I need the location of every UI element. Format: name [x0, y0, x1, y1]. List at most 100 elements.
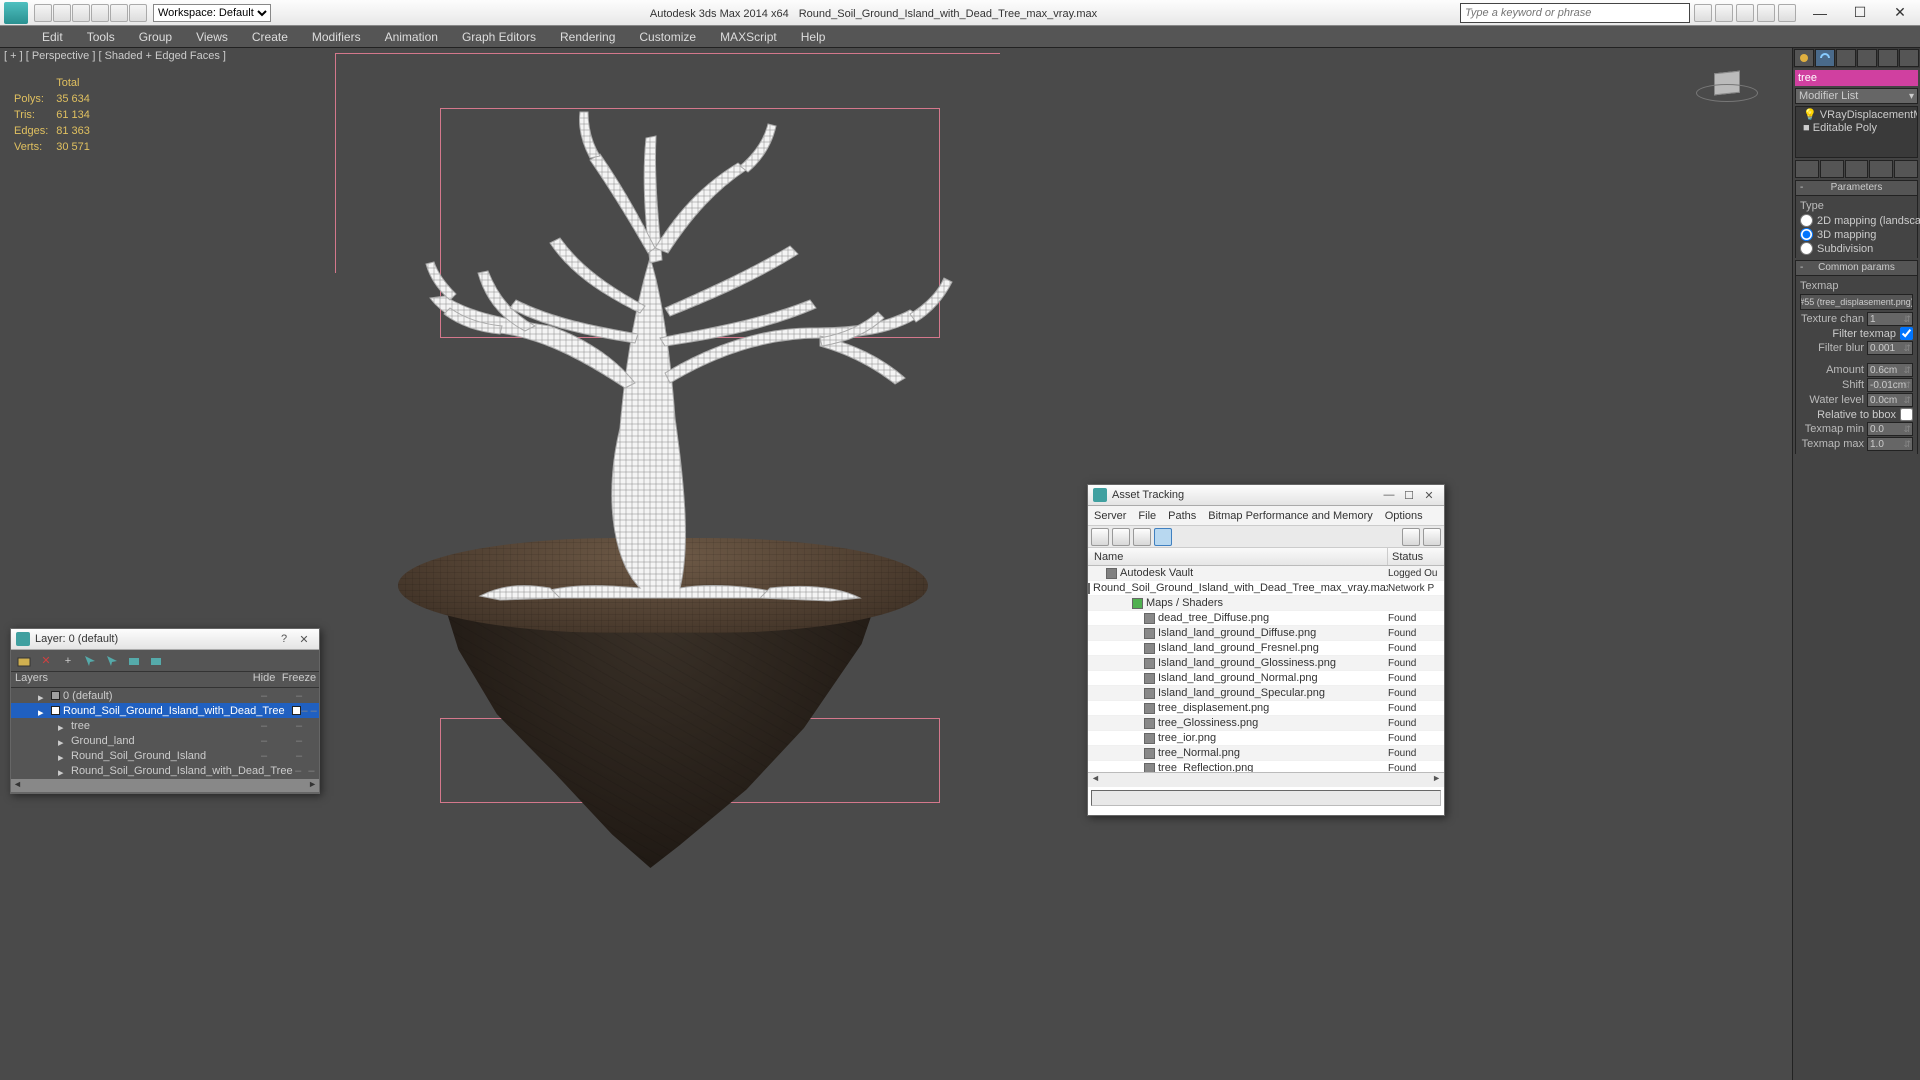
tab-create[interactable]	[1794, 49, 1814, 67]
asset-row[interactable]: Island_land_ground_Fresnel.pngFound	[1088, 641, 1444, 656]
layer-row[interactable]: ▸Ground_land––	[11, 733, 319, 748]
spinner-texmap-min[interactable]: Texmap min0.0	[1800, 422, 1913, 436]
asset-row[interactable]: tree_Glossiness.pngFound	[1088, 716, 1444, 731]
object-name-field[interactable]: tree	[1795, 70, 1918, 86]
layer-col-freeze[interactable]: Freeze	[279, 672, 319, 687]
asset-help-icon[interactable]	[1402, 528, 1420, 546]
workspace-selector[interactable]: Workspace: Default	[153, 4, 287, 22]
layer-close-button[interactable]: ✕	[294, 633, 314, 646]
spinner-texture-chan[interactable]: Texture chan1	[1800, 312, 1913, 326]
menu-group[interactable]: Group	[127, 26, 184, 48]
tab-modify[interactable]	[1815, 49, 1835, 67]
tab-utilities[interactable]	[1899, 49, 1919, 67]
asset-maximize-button[interactable]: ☐	[1399, 489, 1419, 502]
viewcube[interactable]	[1692, 64, 1762, 104]
configure-sets-icon[interactable]	[1894, 160, 1918, 178]
undo-icon[interactable]	[91, 4, 109, 22]
close-button[interactable]: ✕	[1880, 2, 1920, 24]
stack-item[interactable]: 💡 VRayDisplacementMod	[1800, 109, 1913, 122]
asset-menu-options[interactable]: Options	[1385, 510, 1423, 522]
asset-hscrollbar[interactable]	[1088, 772, 1444, 787]
tab-motion[interactable]	[1857, 49, 1877, 67]
menu-modifiers[interactable]: Modifiers	[300, 26, 373, 48]
layer-dialog-titlebar[interactable]: Layer: 0 (default) ? ✕	[11, 629, 319, 650]
redo-icon[interactable]	[110, 4, 128, 22]
layer-row[interactable]: ▸Round_Soil_Ground_Island_with_Dead_Tree…	[11, 763, 319, 778]
type-radio[interactable]: 2D mapping (landscape)	[1800, 214, 1913, 227]
menu-help[interactable]: Help	[789, 26, 838, 48]
asset-menu-paths[interactable]: Paths	[1168, 510, 1196, 522]
open-file-icon[interactable]	[53, 4, 71, 22]
delete-layer-icon[interactable]: ✕	[38, 653, 54, 669]
asset-close-button[interactable]: ✕	[1419, 489, 1439, 502]
menu-rendering[interactable]: Rendering	[548, 26, 627, 48]
asset-row[interactable]: Island_land_ground_Normal.pngFound	[1088, 671, 1444, 686]
help-search-input[interactable]	[1460, 3, 1690, 23]
layer-hscrollbar[interactable]	[11, 778, 319, 792]
highlight-layer-icon[interactable]	[104, 653, 120, 669]
menu-animation[interactable]: Animation	[373, 26, 450, 48]
asset-row[interactable]: tree_ior.pngFound	[1088, 731, 1444, 746]
asset-row[interactable]: Autodesk VaultLogged Ou	[1088, 566, 1444, 581]
layer-row[interactable]: ▸Round_Soil_Ground_Island_with_Dead_Tree…	[11, 703, 319, 718]
menu-graph-editors[interactable]: Graph Editors	[450, 26, 548, 48]
exchange-icon[interactable]	[1736, 4, 1754, 22]
spinner-shift[interactable]: Shift-0.01cm	[1800, 378, 1913, 392]
menu-edit[interactable]: Edit	[30, 26, 75, 48]
pin-stack-icon[interactable]	[1795, 160, 1819, 178]
filter-texmap-checkbox[interactable]: Filter texmap	[1800, 327, 1913, 340]
asset-minimize-button[interactable]: —	[1379, 489, 1399, 501]
layer-col-hide[interactable]: Hide	[249, 672, 279, 687]
spinner-amount[interactable]: Amount0.6cm	[1800, 363, 1913, 377]
asset-col-status[interactable]: Status	[1388, 548, 1444, 565]
asset-row[interactable]: Island_land_ground_Glossiness.pngFound	[1088, 656, 1444, 671]
maximize-button[interactable]: ☐	[1840, 2, 1880, 24]
asset-menu-server[interactable]: Server	[1094, 510, 1126, 522]
tab-hierarchy[interactable]	[1836, 49, 1856, 67]
menu-customize[interactable]: Customize	[627, 26, 708, 48]
modifier-list-dropdown[interactable]: Modifier List	[1795, 88, 1918, 104]
texmap-button[interactable]: #55 (tree_displasement.png)	[1800, 294, 1913, 310]
stack-item[interactable]: ■ Editable Poly	[1800, 122, 1913, 135]
asset-row[interactable]: Round_Soil_Ground_Island_with_Dead_Tree_…	[1088, 581, 1444, 596]
spinner-filter-blur[interactable]: Filter blur0.001	[1800, 341, 1913, 355]
minimize-button[interactable]: —	[1800, 2, 1840, 24]
select-layer-objects-icon[interactable]	[82, 653, 98, 669]
hide-layer-icon[interactable]	[126, 653, 142, 669]
layer-help-button[interactable]: ?	[274, 633, 294, 645]
rollout-parameters-header[interactable]: Parameters	[1795, 180, 1918, 196]
favorites-icon[interactable]	[1757, 4, 1775, 22]
asset-view-table-icon[interactable]	[1154, 528, 1172, 546]
menu-tools[interactable]: Tools	[75, 26, 127, 48]
app-icon[interactable]	[4, 2, 28, 24]
new-file-icon[interactable]	[34, 4, 52, 22]
menu-views[interactable]: Views	[184, 26, 240, 48]
asset-dialog-titlebar[interactable]: Asset Tracking — ☐ ✕	[1088, 485, 1444, 506]
spinner-water-level[interactable]: Water level0.0cm	[1800, 393, 1913, 407]
spinner-texmap-max[interactable]: Texmap max1.0	[1800, 437, 1913, 451]
asset-col-name[interactable]: Name	[1088, 548, 1388, 565]
show-end-result-icon[interactable]	[1820, 160, 1844, 178]
save-file-icon[interactable]	[72, 4, 90, 22]
menu-create[interactable]: Create	[240, 26, 300, 48]
asset-refresh-icon[interactable]	[1091, 528, 1109, 546]
freeze-layer-icon[interactable]	[148, 653, 164, 669]
menu-maxscript[interactable]: MAXScript	[708, 26, 789, 48]
type-radio[interactable]: 3D mapping	[1800, 228, 1913, 241]
tab-display[interactable]	[1878, 49, 1898, 67]
asset-row[interactable]: tree_Normal.pngFound	[1088, 746, 1444, 761]
help-icon[interactable]	[1778, 4, 1796, 22]
type-radio[interactable]: Subdivision	[1800, 242, 1913, 255]
asset-row[interactable]: tree_displasement.pngFound	[1088, 701, 1444, 716]
link-icon[interactable]	[129, 4, 147, 22]
asset-menu-bitmap-performance-and-memory[interactable]: Bitmap Performance and Memory	[1208, 510, 1372, 522]
asset-row[interactable]: Maps / Shaders	[1088, 596, 1444, 611]
viewport-label[interactable]: [ + ] [ Perspective ] [ Shaded + Edged F…	[4, 50, 226, 62]
infocenter-icon[interactable]	[1694, 4, 1712, 22]
viewport-perspective[interactable]: [ + ] [ Perspective ] [ Shaded + Edged F…	[0, 48, 1792, 1080]
subscription-icon[interactable]	[1715, 4, 1733, 22]
layer-col-name[interactable]: Layers	[11, 672, 249, 687]
remove-modifier-icon[interactable]	[1869, 160, 1893, 178]
asset-view-list-icon[interactable]	[1112, 528, 1130, 546]
layer-row[interactable]: ▸tree––	[11, 718, 319, 733]
